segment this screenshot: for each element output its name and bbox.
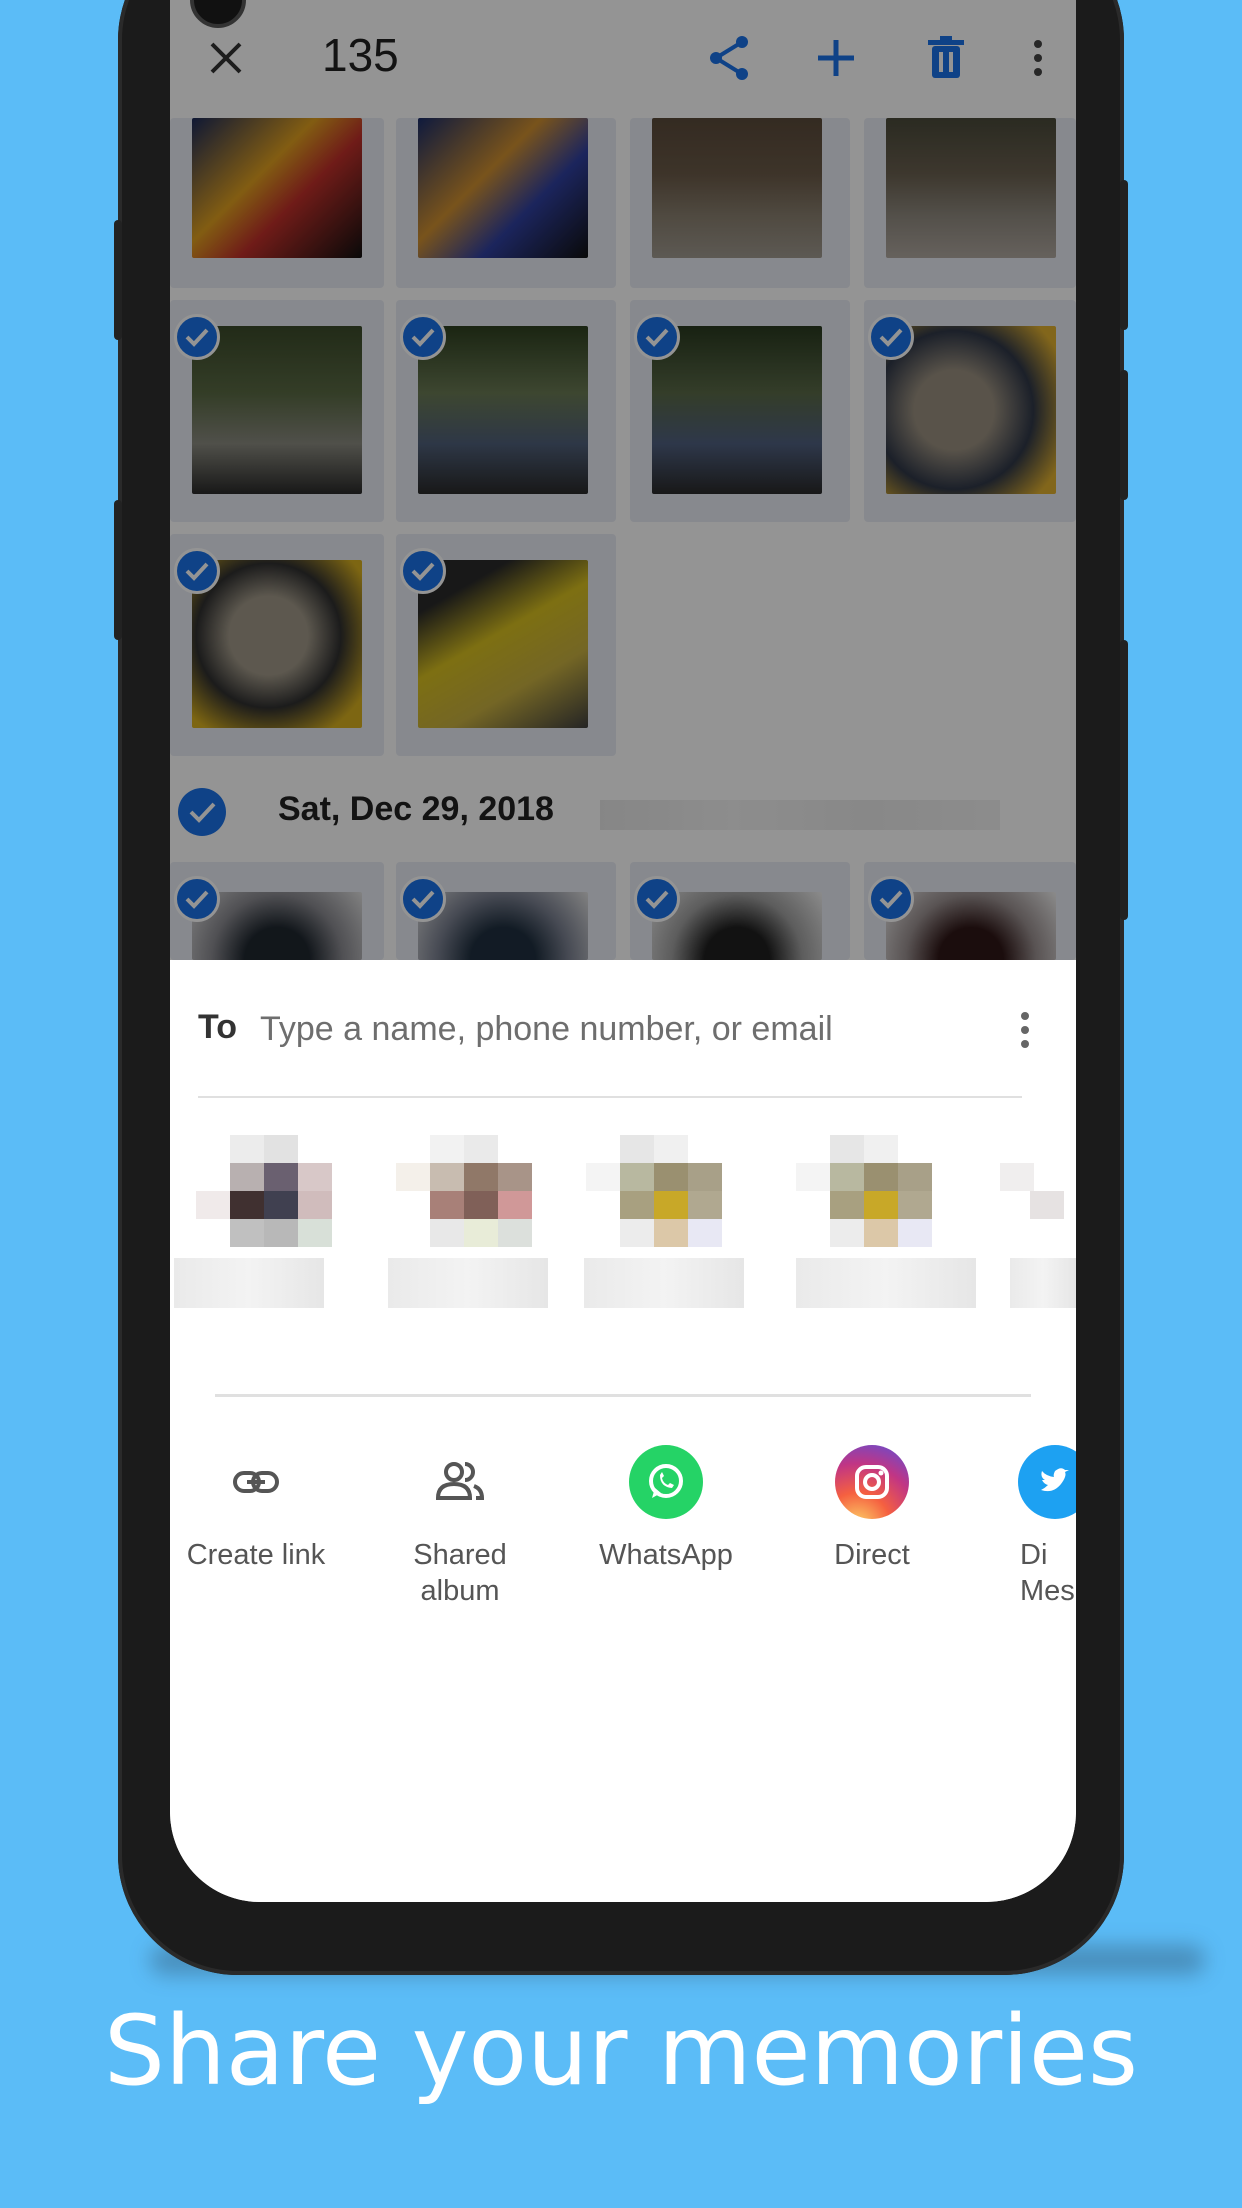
share-sheet: To Type a name, phone number, or email C…: [170, 960, 1076, 1902]
more-vert-icon[interactable]: [1010, 1002, 1040, 1058]
link-icon: [219, 1445, 293, 1519]
app-label-line1: Di: [1020, 1539, 1048, 1571]
dim-overlay[interactable]: [170, 0, 1076, 960]
app-label: Direct: [834, 1539, 910, 1571]
share-app-instagram-direct[interactable]: Direct: [782, 1445, 962, 1573]
app-label: Shared album: [370, 1537, 550, 1609]
app-label-line2: album: [420, 1575, 500, 1607]
share-app-create-link[interactable]: Create link: [170, 1445, 346, 1573]
people-icon: [423, 1445, 497, 1519]
volume-button: [1120, 180, 1128, 330]
share-app-twitter-dm[interactable]: Di Mes: [988, 1445, 1076, 1609]
contact-name: [388, 1258, 548, 1308]
share-app-whatsapp[interactable]: WhatsApp: [576, 1445, 756, 1573]
twitter-icon: [1018, 1445, 1076, 1519]
app-label: Create link: [186, 1539, 326, 1571]
side-button: [114, 220, 122, 340]
contact-name: [584, 1258, 744, 1308]
recipient-input[interactable]: [260, 1004, 940, 1054]
contact-name: [1010, 1258, 1076, 1308]
whatsapp-icon: [629, 1445, 703, 1519]
divider: [215, 1394, 1031, 1397]
app-label: WhatsApp: [599, 1539, 733, 1571]
app-label-line1: Shared: [413, 1539, 507, 1571]
app-label-line2: Mes: [1020, 1575, 1075, 1607]
to-label: To: [198, 1008, 238, 1046]
contact-name: [174, 1258, 324, 1308]
marketing-caption: Share your memories: [104, 1995, 1138, 2107]
contact-name: [796, 1258, 976, 1308]
divider: [198, 1096, 1022, 1098]
phone-screen: 135 Sat, Dec 29, 2018 To Type a name, ph…: [170, 0, 1076, 1902]
share-app-shared-album[interactable]: Shared album: [370, 1445, 550, 1609]
app-label: Di Mes: [988, 1537, 1076, 1609]
instagram-icon: [835, 1445, 909, 1519]
power-button: [1120, 640, 1128, 920]
volume-button: [1120, 370, 1128, 500]
side-button: [114, 500, 122, 640]
